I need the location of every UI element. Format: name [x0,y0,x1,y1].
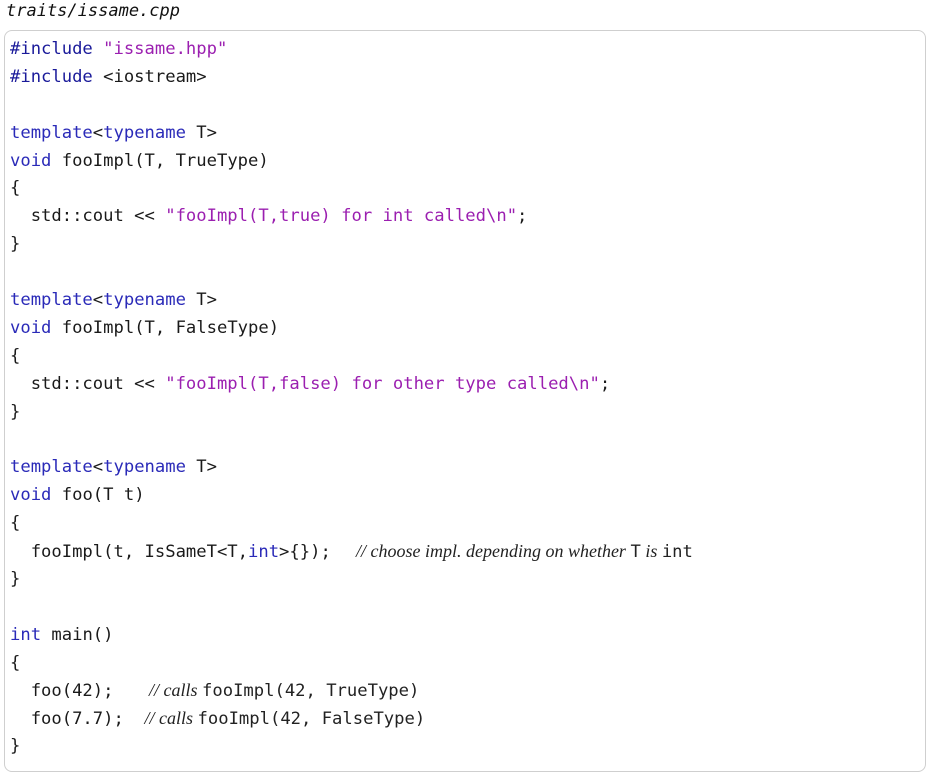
code-token-comment: // calls [144,680,203,701]
code-line: foo(7.7); // calls fooImpl(42, FalseType… [10,705,693,733]
code-line: #include <iostream> [10,64,693,92]
code-token-string: "fooImpl(T,false) for other type called\… [165,373,600,394]
code-token-keyword: int [10,624,42,645]
code-token-comment-code: fooImpl(42, TrueType) [202,681,420,702]
code-token-plain: >{}); [279,542,352,563]
code-token-comment: // choose impl. depending on whether [351,541,631,562]
code-token-plain: { [10,178,21,199]
code-token-keyword: void [10,150,52,171]
code-line: { [10,175,693,203]
code-token-plain: { [10,513,21,534]
code-token-keyword: int [248,542,280,563]
code-token-plain: fooImpl(T, TrueType) [51,150,269,171]
code-line: { [10,343,693,371]
code-line: #include "issame.hpp" [10,36,693,64]
code-line: void fooImpl(T, FalseType) [10,315,693,343]
code-lines: #include "issame.hpp" #include <iostream>… [10,36,693,761]
code-token-plain: } [10,401,21,422]
code-token-comment: // calls [144,708,198,729]
code-token-plain: ; [599,373,611,394]
code-line: std::cout << "fooImpl(T,false) for other… [10,371,693,399]
code-line: { [10,510,693,538]
code-token-plain: T> [185,457,217,478]
code-line: template<typename T> [10,287,693,315]
code-token-comment: is [640,541,662,562]
code-listing: #include "issame.hpp" #include <iostream>… [4,30,926,772]
code-token-plain: fooImpl(T, FalseType) [51,317,280,338]
code-line: foo(42); // calls fooImpl(42, TrueType) [10,677,693,705]
code-line: template<typename T> [10,454,693,482]
code-line: void fooImpl(T, TrueType) [10,148,693,176]
code-token-plain: } [10,736,21,757]
code-token-plain: < [92,290,104,311]
code-token-keyword: void [10,317,52,338]
code-token-directive: #include [10,39,104,59]
code-token-plain: < [92,457,104,478]
code-token-plain: std::cout << [10,206,166,227]
code-line: fooImpl(t, IsSameT<T,int>{}); // choose … [10,538,693,566]
code-token-plain: <iostream> [103,66,207,87]
code-token-comment-code: int [661,542,693,563]
code-token-keyword: typename [103,457,186,478]
code-line: int main() [10,622,693,650]
code-token-plain: std::cout << [10,373,166,394]
code-token-plain: foo(T t) [51,485,145,506]
code-token-plain: T> [185,122,217,143]
code-token-keyword: void [10,485,52,506]
code-line: { [10,650,693,678]
code-token-plain: foo(42); [10,681,145,702]
code-token-plain: T> [185,290,217,311]
code-line: } [10,566,693,594]
code-line: } [10,733,693,761]
code-line: } [10,231,693,259]
code-token-comment-code: T [630,542,641,563]
code-line: void foo(T t) [10,482,693,510]
code-token-keyword: template [10,122,93,143]
code-token-plain: fooImpl(t, IsSameT<T, [10,542,248,563]
code-token-keyword: template [10,457,93,478]
code-line: template<typename T> [10,120,693,148]
code-token-plain: ; [517,206,528,227]
code-line: std::cout << "fooImpl(T,true) for int ca… [10,203,693,231]
code-token-plain: main() [41,624,114,645]
code-token-plain: foo(7.7); [10,709,145,730]
code-token-keyword: template [10,290,93,311]
code-token-string: "fooImpl(T,true) for int called\n" [165,206,518,227]
code-token-keyword: typename [103,290,186,311]
code-token-directive: #include [10,66,104,87]
code-token-plain: } [10,234,21,255]
code-token-plain: } [10,568,21,589]
code-token-plain: { [10,345,21,366]
code-token-plain: { [10,652,21,673]
code-token-keyword: typename [103,122,186,143]
code-token-plain: < [92,122,104,143]
code-token-comment-code: fooImpl(42, FalseType) [197,709,426,730]
file-title: traits/issame.cpp [6,1,180,21]
code-token-string: "issame.hpp" [103,39,228,59]
code-line: } [10,399,693,427]
